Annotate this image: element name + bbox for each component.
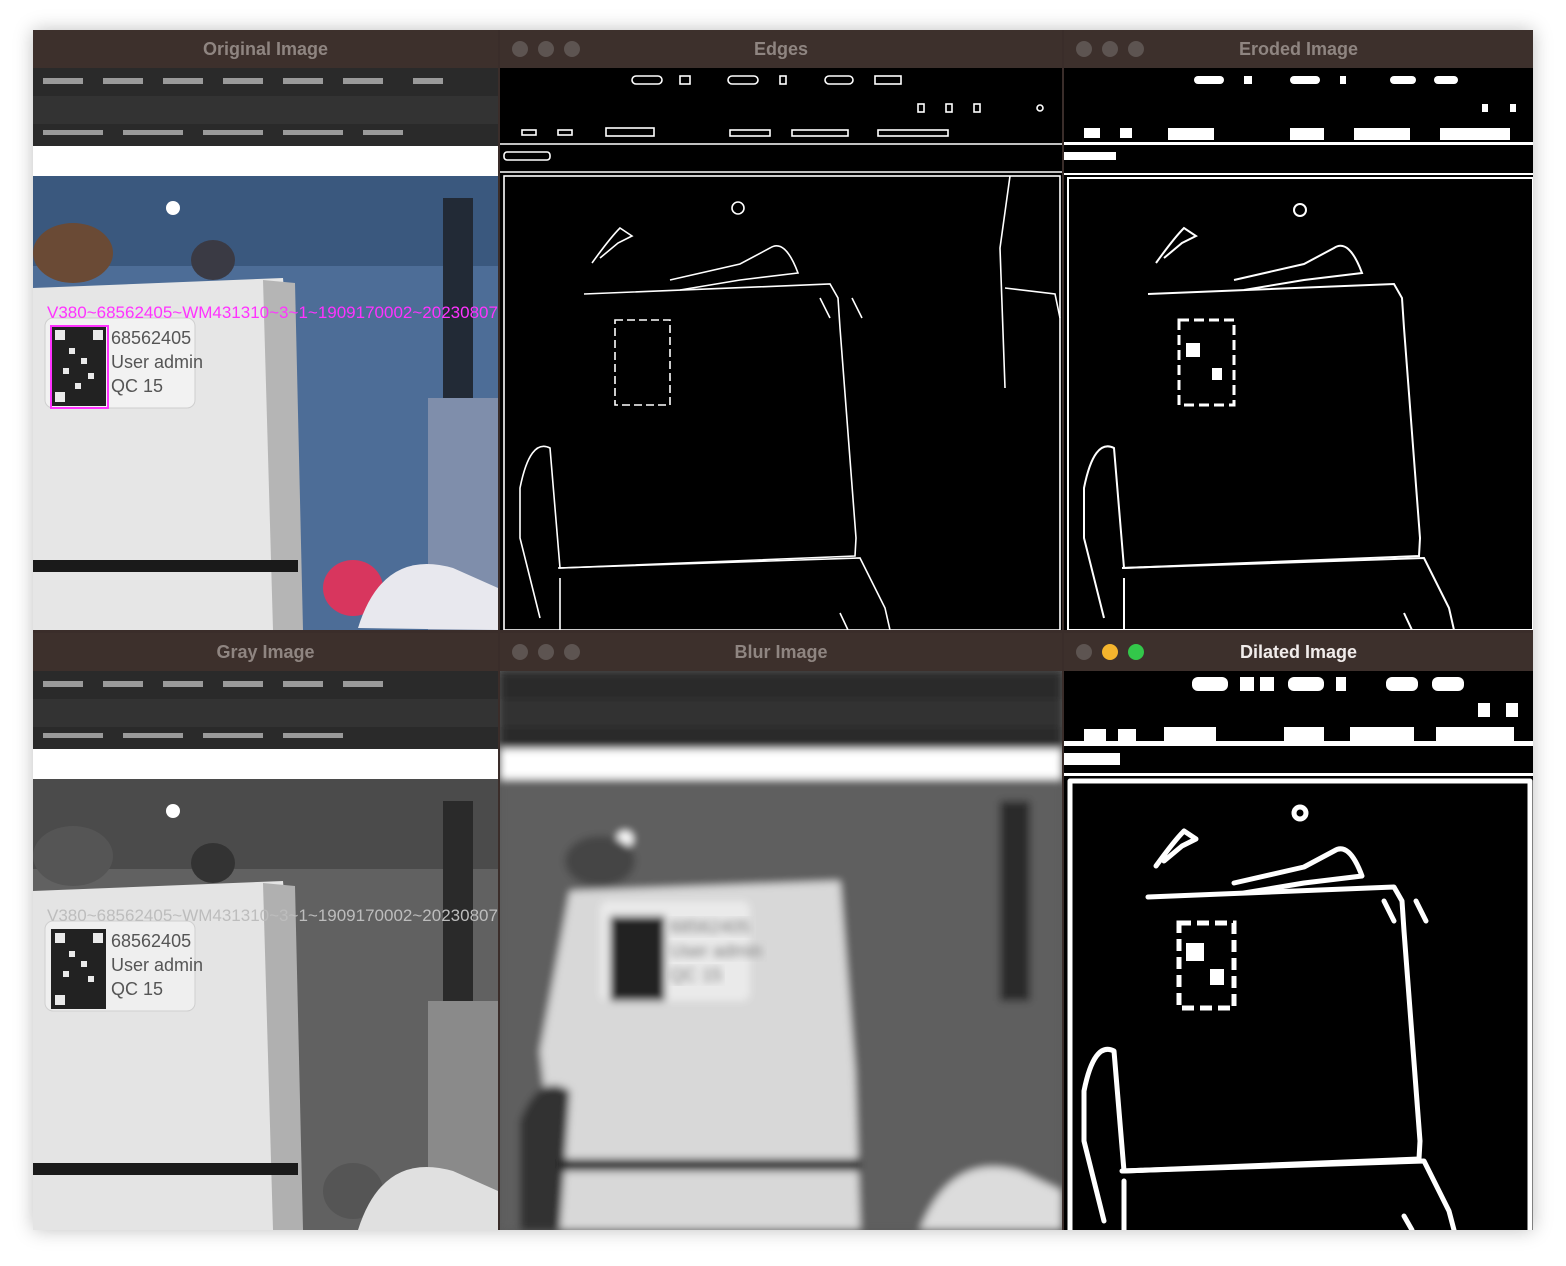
original-image-titlebar[interactable]: Original Image	[33, 30, 498, 68]
eroded-image-titlebar[interactable]: Eroded Image	[1064, 30, 1533, 68]
desktop-frame: Original Image 68562405 User admin QC 15…	[33, 30, 1533, 1230]
window-title: Gray Image	[216, 642, 315, 662]
label-serial: 68562405	[111, 328, 191, 348]
gray-image-titlebar[interactable]: Gray Image	[33, 633, 498, 671]
window-title: Edges	[753, 39, 809, 59]
blur-image-titlebar[interactable]: Blur Image	[500, 633, 1062, 671]
window-title: Original Image	[202, 39, 329, 59]
qr-decoded-overlay-text: V380~68562405~WM431310~3~1~1909170002~20…	[47, 303, 498, 322]
original-image-window[interactable]: Original Image 68562405 User admin QC 15…	[33, 30, 498, 630]
label-serial: 68562405	[670, 917, 750, 937]
label-qc: QC 15	[670, 965, 722, 985]
dilated-image-titlebar[interactable]: Dilated Image	[1064, 633, 1533, 671]
edges-titlebar[interactable]: Edges	[500, 30, 1062, 68]
edges-canvas	[500, 68, 1062, 630]
original-image-canvas: 68562405 User admin QC 15 V380~68562405~…	[33, 68, 498, 630]
blur-image-window[interactable]: Blur Image 68562405 User admin QC 15	[500, 633, 1062, 1230]
dilated-image-canvas	[1064, 671, 1533, 1230]
edges-window[interactable]: Edges	[500, 30, 1062, 630]
label-qc: QC 15	[111, 376, 163, 396]
label-user: User admin	[111, 955, 203, 975]
blur-image-canvas: 68562405 User admin QC 15	[500, 671, 1062, 1230]
label-user: User admin	[670, 941, 762, 961]
window-title: Blur Image	[734, 642, 828, 662]
dilated-image-window[interactable]: Dilated Image	[1064, 633, 1533, 1230]
window-title: Dilated Image	[1239, 642, 1358, 662]
label-user: User admin	[111, 352, 203, 372]
gray-image-window[interactable]: Gray Image 68562405 User admin QC 15 V38…	[33, 633, 498, 1230]
label-serial: 68562405	[111, 931, 191, 951]
eroded-image-canvas	[1064, 68, 1533, 630]
label-qc: QC 15	[111, 979, 163, 999]
eroded-image-window[interactable]: Eroded Image	[1064, 30, 1533, 630]
window-title: Eroded Image	[1238, 39, 1359, 59]
qr-decoded-overlay-text: V380~68562405~WM431310~3~1~1909170002~20…	[47, 906, 498, 925]
gray-image-canvas: 68562405 User admin QC 15 V380~68562405~…	[33, 671, 498, 1230]
